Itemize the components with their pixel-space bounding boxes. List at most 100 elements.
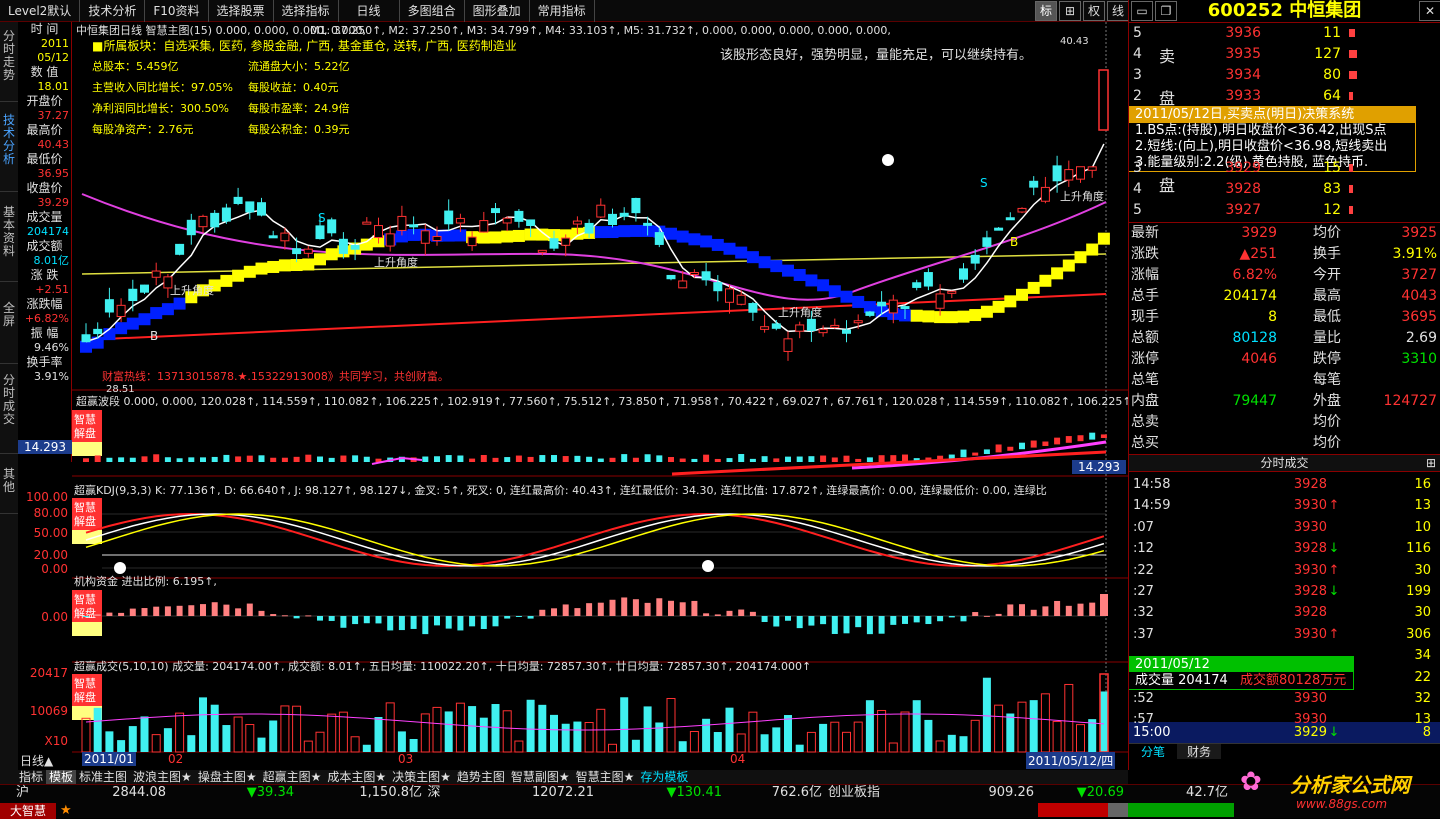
menu-common-indicators[interactable]: 常用指标 [530,0,595,22]
tick-row: 34 [1414,648,1431,664]
biao-button[interactable]: 标 [1035,1,1057,21]
candle [830,318,840,329]
jigou-header: 机构资金 进出比例: 6.195↑, [74,574,217,588]
tick-row: :07 3930 10 [1133,519,1431,535]
vtab-basic-info[interactable]: 基本资料 [0,192,18,282]
ma-values: M1: 37.250↑, M2: 37.250↑, M3: 34.799↑, M… [310,24,891,37]
last-tick-row: 15:00 3929 ↓ 8 [1129,722,1440,744]
signal-marker: B [1010,235,1018,249]
star-icon[interactable]: ★ [60,803,72,818]
tick-row: 14:58 3928 16 [1133,477,1431,492]
sell-row: 3 3934 80 [1129,65,1440,86]
vtab-ticks[interactable]: 分时成交 [0,364,18,454]
ticks-title: 分时成交 ⊞ [1129,454,1440,472]
candle [175,243,185,256]
tab-finance[interactable]: 财务 [1177,744,1221,760]
smiley-icon [114,562,126,574]
menu-select-stock[interactable]: 选择股票 [209,0,274,22]
candle [128,279,138,312]
market-breadth-bar [1038,803,1234,817]
candle [198,214,208,233]
vtab-other[interactable]: 其他 [0,454,18,514]
candle [865,310,875,318]
candle [783,331,793,361]
sell-row: 2 3933 64 [1129,86,1440,107]
template-tab[interactable]: 超赢主图★ [260,770,325,784]
stock-info-text: 总股本：5.459亿 [92,59,179,73]
vtab-intraday[interactable]: 分时走势 [0,22,18,102]
stock-info-text: 主营收入同比增长：97.05% [92,80,233,94]
menu-daily[interactable]: 日线 [339,0,400,22]
template-tab[interactable]: 存为模板 [637,770,691,784]
svg-text:智慧: 智慧 [74,592,96,606]
daily-tab[interactable]: 日线▲ [20,752,54,769]
candle [502,216,512,232]
brand-name: 分析家公式网 [1290,773,1410,797]
sector-line: ■所属板块：自选采集, 医药, 参股金融, 广西, 基金重仓, 送转, 广西, … [92,38,517,53]
low-price-label: 28.51 [106,384,135,395]
menu-level2[interactable]: Level2默认 [0,0,81,22]
hotline-text: 财富热线：13713015878.★.15322913008》共同学习，共创财富… [102,369,449,383]
menu-bar: Level2默认 技术分析 F10资料 选择股票 选择指标 日线 多图组合 图形… [0,0,1128,22]
candle [245,201,255,220]
candle [947,290,957,299]
vol-header: 超赢成交(5,10,10) 成交量: 204174.00↑, 成交额: 8.01… [74,659,811,673]
vtab-fullscreen[interactable]: 全屏 [0,282,18,364]
candle [1064,160,1074,187]
ticks-toggle-icon[interactable]: ⊞ [1426,455,1436,472]
tick-row: :52 3930 32 [1133,690,1431,706]
menu-overlay[interactable]: 图形叠加 [465,0,530,22]
menu-select-indicator[interactable]: 选择指标 [274,0,339,22]
smiley-icon [882,154,894,166]
quote-stat-row: 总卖 均价 [1131,414,1341,430]
template-tabs: 指标 模板 标准主图 波浪主图★ 操盘主图★ 超赢主图★ 成本主图★ 决策主图★ 趋势主图 智慧副… [0,770,1128,784]
vtab-technical[interactable]: 技术分析 [0,102,18,192]
menu-multi-chart[interactable]: 多图组合 [400,0,465,22]
quote-stat-row: 涨跌 ▲251 换手 3.91% [1131,246,1437,262]
svg-text:解盘: 解盘 [74,426,96,440]
tab-ticks[interactable]: 分笔 [1129,744,1177,760]
quote-stat-row: 最新 3929 均价 3925 [1131,225,1437,241]
info-label: 收盘价 [26,181,63,195]
quan-button[interactable]: 权 [1083,1,1105,21]
candle [362,217,372,225]
date-start: 2011/01 [82,752,136,766]
stock-info-text: 净利润同比增长：300.50% [92,101,229,115]
template-tab[interactable]: 操盘主图★ [195,770,260,784]
template-tab[interactable]: 决策主图★ [389,770,454,784]
candle [1017,207,1027,214]
candle [725,284,734,314]
tick-row: :12 3928 ↓ 116 [1133,541,1431,557]
template-tab[interactable]: 智慧主图★ [573,770,638,784]
template-tab[interactable]: 成本主图★ [324,770,389,784]
svg-text:智慧: 智慧 [74,676,96,690]
wisdom-badge: 智慧解盘 [72,590,102,636]
template-tab[interactable]: 指标 [16,770,46,784]
index-status-bar: 沪 2844.08 ▼39.34 1,150.8亿 深 12072.21 ▼13… [0,767,1440,819]
menu-f10[interactable]: F10资料 [145,0,209,22]
candle [233,187,243,206]
info-label: 振 幅 [30,326,59,340]
template-tab[interactable]: 波浪主图★ [130,770,195,784]
tick-row: :27 3928 ↓ 199 [1133,583,1431,599]
info-label: 最低价 [26,152,63,166]
tick-row: 22 [1414,669,1431,685]
tick-row: 14:59 3930 ↑ 13 [1133,498,1431,514]
tick-row: :22 3930 ↑ 30 [1133,562,1431,578]
candle [1005,212,1015,221]
template-tab[interactable]: 智慧副图★ [508,770,573,784]
menu-technical[interactable]: 技术分析 [80,0,146,22]
template-tab[interactable]: 模板 [46,770,77,784]
grid-button[interactable]: ⊞ [1059,1,1081,21]
template-tab[interactable]: 趋势主图 [454,770,508,784]
template-tab[interactable]: 标准主图 [76,770,130,784]
kline-chart[interactable]: 智慧解盘智慧解盘智慧解盘智慧解盘上升角度上升角度上升角度上升角度SSBB 中恒集… [72,22,1128,770]
signal-marker: S [980,176,988,190]
svg-text:解盘: 解盘 [74,514,96,528]
xian-button[interactable]: 线 [1107,1,1129,21]
svg-text:智慧: 智慧 [74,412,96,426]
brand-url: www.88gs.com [1296,797,1388,811]
info-value: 204174 [27,225,69,238]
sell-row: 5 3936 11 [1129,23,1440,44]
candle [1040,176,1050,204]
